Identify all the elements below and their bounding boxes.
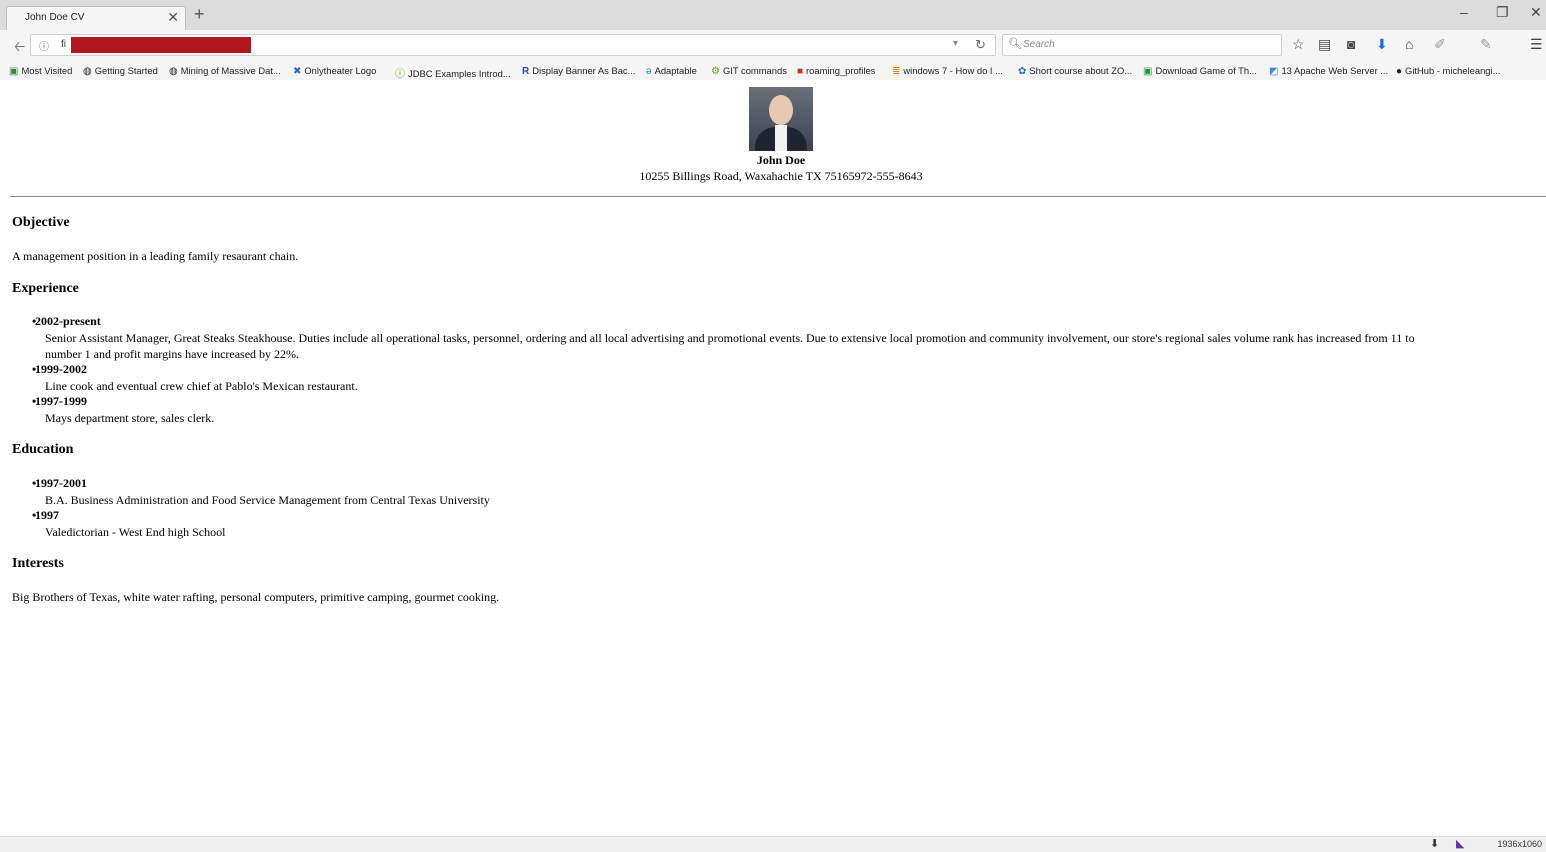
experience-period: 1999-2002 <box>32 362 87 377</box>
bookmark-most-visited[interactable]: ▣ Most Visited <box>9 65 72 77</box>
experience-heading: Experience <box>12 281 79 296</box>
stack-icon: ≣ <box>892 66 901 77</box>
bookmark-roaming-profiles[interactable]: ■ roaming_profiles <box>797 65 875 77</box>
experience-description: Line cook and eventual crew chief at Pab… <box>45 379 358 393</box>
bookmark-mining[interactable]: ◍ Mining of Massive Dat... <box>169 65 281 77</box>
search-bar[interactable]: 🔍︎ Search <box>1002 34 1282 56</box>
info-icon: ⓘ <box>395 69 405 80</box>
bookmark-apache[interactable]: ◩ 13 Apache Web Server ... <box>1269 65 1388 77</box>
education-description: B.A. Business Administration and Food Se… <box>45 493 490 507</box>
cv-address: 10255 Billings Road, Waxahachie TX 75165… <box>639 169 923 183</box>
status-bar: ⬇ ◣ 1936x1060 <box>0 836 1546 852</box>
tab-strip: John Doe CV ✕ + – ❐ ✕ <box>0 0 1546 30</box>
bookmark-adaptable[interactable]: ə Adaptable <box>646 65 697 77</box>
interests-text: Big Brothers of Texas, white water rafti… <box>12 590 500 604</box>
interests-heading: Interests <box>12 556 64 571</box>
gear-icon: ⚙ <box>711 66 720 77</box>
divider <box>10 196 1546 197</box>
bookmark-windows7[interactable]: ≣ windows 7 - How do I ... <box>892 65 1003 77</box>
bookmark-github[interactable]: ● GitHub - micheleangi... <box>1396 65 1500 77</box>
objective-heading: Objective <box>12 215 70 230</box>
bookmark-download-game[interactable]: ▣ Download Game of Th... <box>1143 65 1257 77</box>
ie-icon: ə <box>646 66 652 77</box>
x-icon: ✖ <box>293 66 302 77</box>
bookmark-jdbc[interactable]: ⓘ JDBC Examples Introd... <box>395 65 511 80</box>
tools-icon[interactable]: ✎ <box>1480 36 1492 53</box>
r-icon: R <box>522 66 530 77</box>
bookmark-git-commands[interactable]: ⚙ GIT commands <box>711 65 787 77</box>
window-close-icon[interactable]: ✕ <box>1530 4 1542 21</box>
chevron-down-icon[interactable]: ▾ <box>953 38 958 49</box>
image-icon: ◩ <box>1269 66 1279 77</box>
close-icon[interactable]: ✕ <box>167 9 179 26</box>
back-arrow-icon[interactable]: 🡠 <box>14 36 25 60</box>
pocket-icon[interactable]: ◙ <box>1347 36 1355 52</box>
tab-john-doe-cv[interactable]: John Doe CV ✕ <box>6 6 186 30</box>
info-icon[interactable]: ⓘ <box>39 38 49 53</box>
education-period: 1997-2001 <box>32 476 87 491</box>
download-icon[interactable]: ⬇ <box>1376 36 1388 53</box>
restore-icon[interactable]: ❐ <box>1496 4 1509 21</box>
star-icon[interactable]: ☆ <box>1292 36 1305 53</box>
red-square-icon: ■ <box>797 66 804 77</box>
education-description: Valedictorian - West End high School <box>45 525 226 539</box>
profile-photo <box>749 87 813 151</box>
experience-description: Senior Assistant Manager, Great Steaks S… <box>45 331 1415 361</box>
green-square-icon: ▣ <box>1143 66 1153 77</box>
bookmark-onlytheater[interactable]: ✖ Onlytheater Logo <box>293 65 376 77</box>
new-tab-plus-icon[interactable]: + <box>194 4 205 25</box>
tab-title: John Doe CV <box>25 12 85 23</box>
extension-icon[interactable]: ◣ <box>1456 837 1464 850</box>
search-input[interactable]: Search <box>1023 39 1055 50</box>
education-period: 1997 <box>32 508 59 523</box>
url-bar[interactable]: ⓘ fi ▾ ↻ <box>30 34 996 56</box>
extension-icon[interactable]: ✐ <box>1434 36 1446 53</box>
bookmark-short-course[interactable]: ✿ Short course about ZO... <box>1018 65 1132 77</box>
mixed-icon: ✿ <box>1018 66 1027 77</box>
objective-text: A management position in a leading famil… <box>12 249 299 263</box>
experience-period: 2002-present <box>32 314 101 329</box>
url-redaction <box>71 37 251 53</box>
education-heading: Education <box>12 442 74 457</box>
window-size-readout: 1936x1060 <box>1497 839 1542 849</box>
experience-description: Mays department store, sales clerk. <box>45 411 215 425</box>
hamburger-menu-icon[interactable]: ☰ <box>1530 36 1543 53</box>
bookmarks-toolbar: ▣ Most Visited ◍ Getting Started ◍ Mining o… <box>0 62 1546 80</box>
search-icon: 🔍︎ <box>1008 38 1022 50</box>
reader-icon[interactable]: ▤ <box>1318 36 1331 53</box>
home-icon[interactable]: ⌂ <box>1405 36 1413 52</box>
github-icon: ● <box>1396 66 1403 77</box>
folder-icon: ▣ <box>9 66 19 77</box>
globe-icon: ◍ <box>83 66 92 77</box>
cv-name: John Doe <box>756 153 806 167</box>
reload-icon[interactable]: ↻ <box>975 37 986 53</box>
bookmark-getting-started[interactable]: ◍ Getting Started <box>83 65 158 77</box>
url-text: fi <box>61 39 66 50</box>
navigation-toolbar: 🡠 ⓘ fi ▾ ↻ 🔍︎ Search ☆ ▤ ◙ ⬇ ⌂ ✐ ✎ ☰ <box>0 30 1546 63</box>
bookmark-display-banner[interactable]: R Display Banner As Bac... <box>522 65 635 77</box>
minimize-icon[interactable]: – <box>1460 4 1468 20</box>
download-icon[interactable]: ⬇ <box>1430 837 1439 850</box>
cv-page: John Doe 10255 Billings Road, Waxahachie… <box>0 80 1546 836</box>
experience-period: 1997-1999 <box>32 394 87 409</box>
globe-icon: ◍ <box>169 66 178 77</box>
